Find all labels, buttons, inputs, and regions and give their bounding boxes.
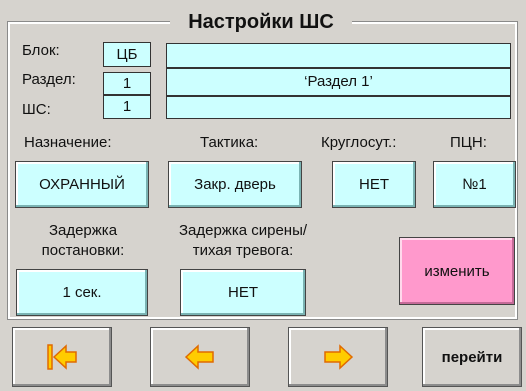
pcn-button[interactable]: №1 [433,161,516,208]
next-button[interactable] [288,327,388,387]
block-value: ЦБ [103,42,151,67]
settings-screen: Настройки ШС Блок: ЦБ Раздел: 1 ШС: 1 ‘Р… [0,0,526,391]
round-the-clock-label: Круглосут.: [321,134,397,151]
block-label: Блок: [22,42,60,59]
name-row-3 [166,96,511,119]
siren-delay-button[interactable]: НЕТ [180,269,306,316]
zone-name-field: ‘Раздел 1’ [166,68,511,96]
tactic-label: Тактика: [200,134,259,151]
zone-label: ШС: [22,101,51,118]
siren-delay-label-line2: тихая тревога: [192,242,294,259]
arrow-right-icon [321,343,355,371]
goto-button[interactable]: перейти [422,327,522,387]
name-row-1 [166,43,511,68]
goto-label: перейти [441,348,503,366]
arrow-to-start-icon [44,342,80,372]
navigation-bar: перейти [0,325,526,391]
tactic-button[interactable]: Закр. дверь [168,161,302,208]
section-label: Раздел: [22,71,76,88]
zone-value: 1 [103,95,151,119]
change-button[interactable]: изменить [399,237,515,305]
section-value: 1 [103,72,151,95]
pcn-label: ПЦН: [450,134,487,151]
arrow-left-icon [183,343,217,371]
purpose-button[interactable]: ОХРАННЫЙ [15,161,149,208]
arm-delay-button[interactable]: 1 сек. [16,269,148,316]
page-title: Настройки ШС [170,6,352,38]
arm-delay-label-line1: Задержка [48,222,118,239]
siren-delay-label-line1: Задержка сирены/ [178,222,308,239]
first-button[interactable] [12,327,112,387]
purpose-label: Назначение: [24,134,112,151]
arm-delay-label-line2: постановки: [41,242,125,259]
previous-button[interactable] [150,327,250,387]
round-the-clock-button[interactable]: НЕТ [332,161,416,208]
